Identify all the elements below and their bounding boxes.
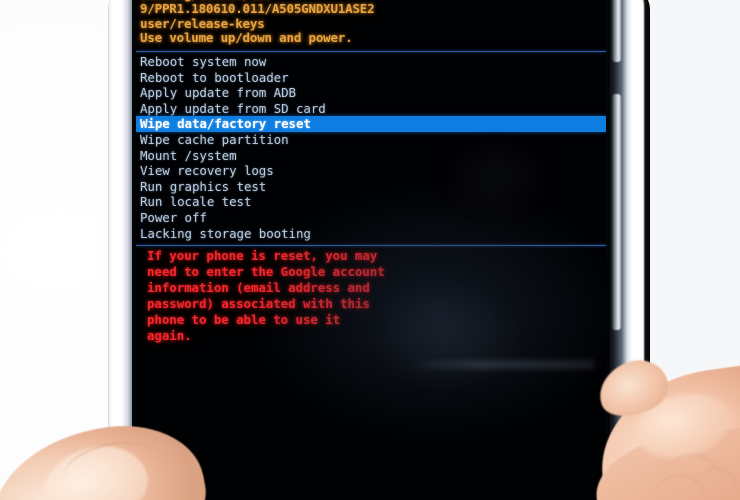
right-hand-vein-1 bbox=[655, 446, 735, 500]
volume-button[interactable] bbox=[612, 0, 621, 62]
screen-reflection-mid bbox=[366, 282, 526, 392]
header-line-hint: Use volume up/down and power. bbox=[140, 30, 353, 46]
warning-line-1: If your phone is reset, you may bbox=[147, 248, 378, 263]
power-button[interactable] bbox=[612, 94, 621, 330]
menu-warning-divider bbox=[136, 245, 606, 246]
menu-item-apply-update-adb[interactable]: Apply update from ADB bbox=[136, 85, 606, 101]
right-hand-vein-3 bbox=[645, 470, 715, 500]
warning-line-2: need to enter the Google account bbox=[147, 264, 385, 280]
screen-reflection-upper bbox=[436, 132, 556, 222]
menu-item-wipe-data-factory-reset[interactable]: Wipe data/factory reset bbox=[136, 116, 606, 132]
recovery-header: Android Recovery samsung/a50xtc/a50 9/PP… bbox=[138, 0, 604, 46]
recovery-mode-photo: Android Recovery samsung/a50xtc/a50 9/PP… bbox=[0, 0, 740, 500]
recovery-screen: Android Recovery samsung/a50xtc/a50 9/PP… bbox=[136, 0, 606, 500]
menu-item-lacking-storage-booting[interactable]: Lacking storage booting bbox=[136, 226, 606, 242]
menu-item-reboot-system-now[interactable]: Reboot system now bbox=[136, 54, 606, 70]
phone-right-rail-edge bbox=[626, 0, 642, 500]
screen-reflection-lower bbox=[404, 360, 594, 369]
header-line-build: 9/PPR1.180610.011/A505GNDXU1ASE2 bbox=[140, 1, 375, 17]
menu-item-apply-update-sd-card[interactable]: Apply update from SD card bbox=[136, 101, 606, 117]
header-menu-divider bbox=[136, 51, 606, 52]
menu-item-reboot-to-bootloader[interactable]: Reboot to bootloader bbox=[136, 70, 606, 86]
right-hand-vein-2 bbox=[683, 458, 740, 500]
